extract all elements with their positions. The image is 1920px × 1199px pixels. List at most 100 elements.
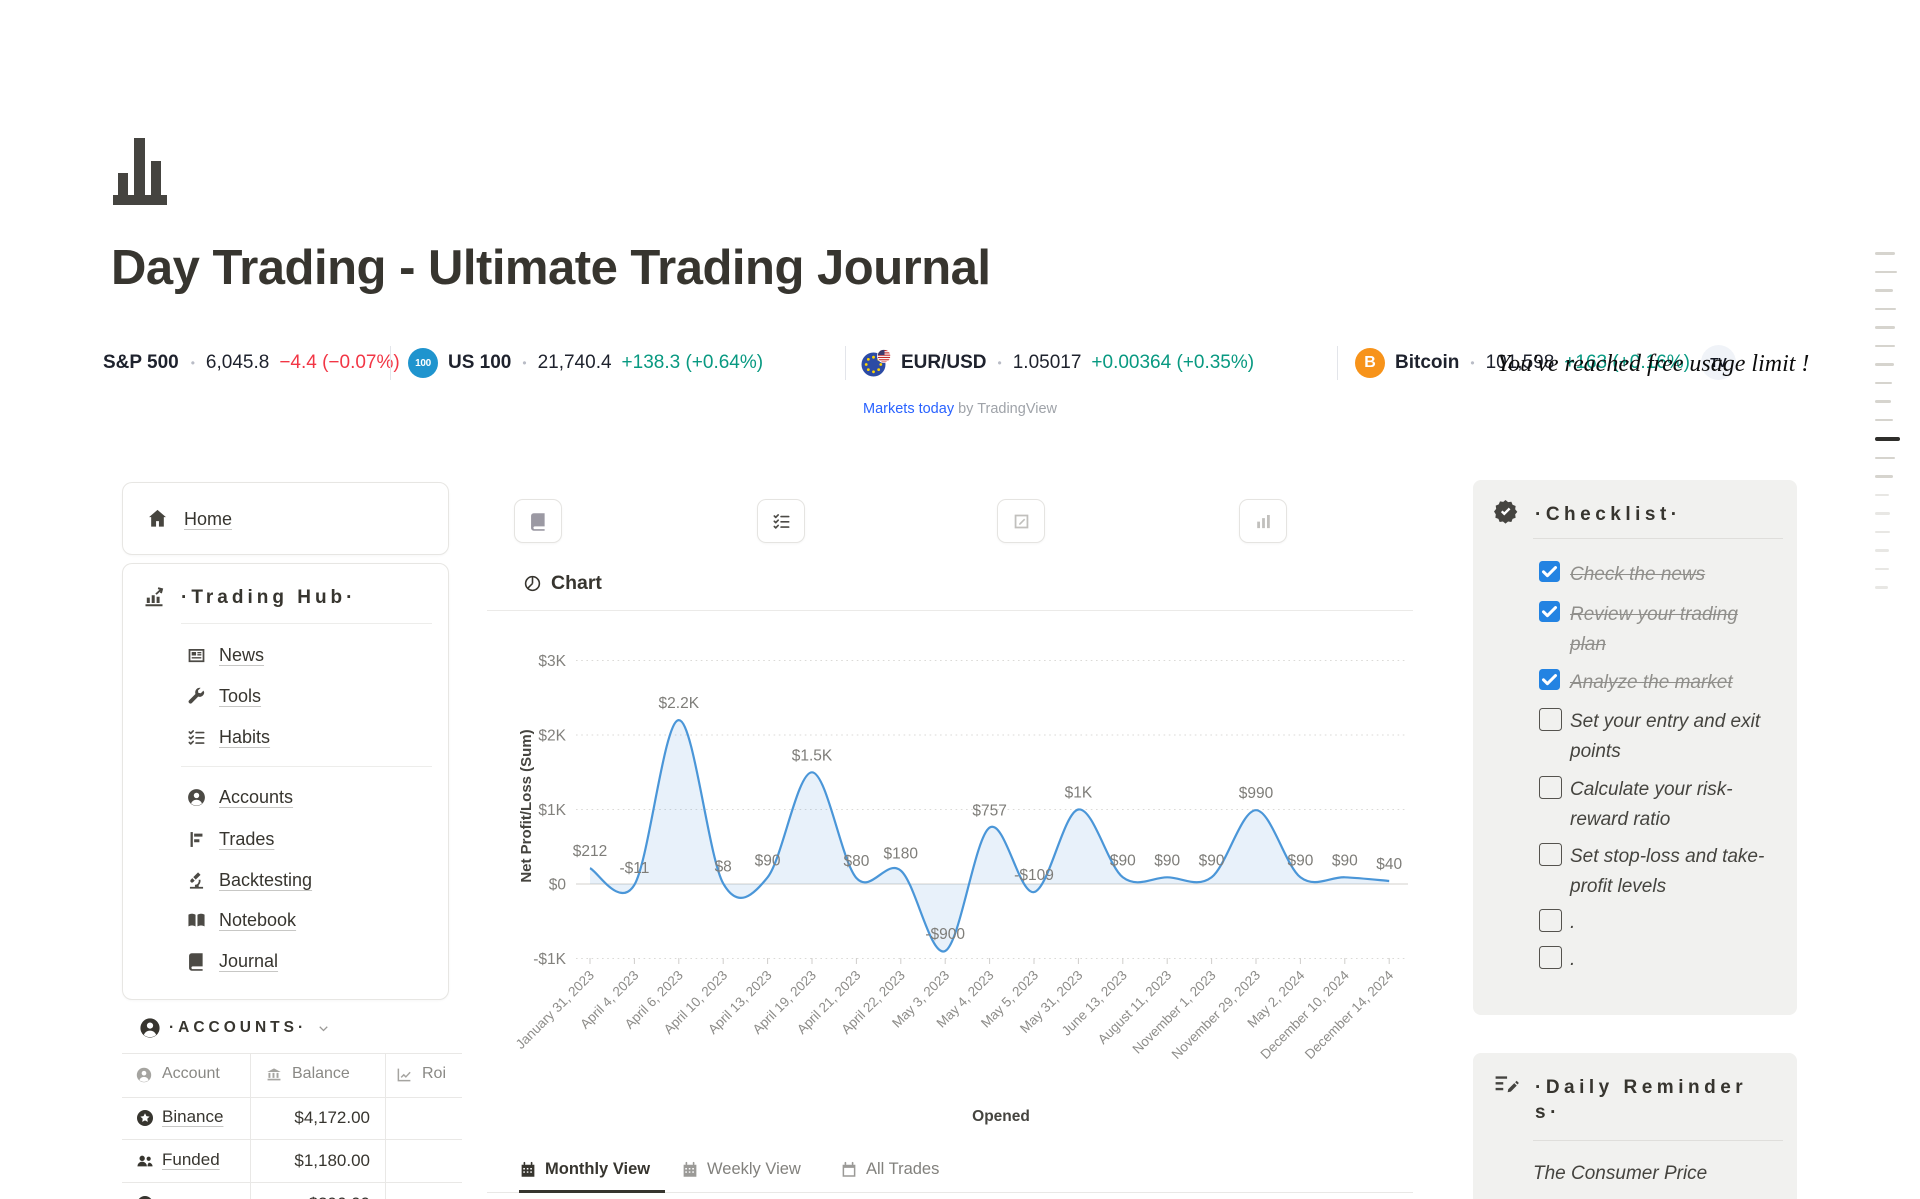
svg-text:January 31, 2023: January 31, 2023 <box>513 968 597 1052</box>
outline-dash[interactable] <box>1875 400 1891 403</box>
table-header-row: Account Balance Roi <box>122 1053 462 1097</box>
star-circle-icon <box>135 1108 155 1128</box>
bar-chart-button[interactable] <box>1239 499 1287 543</box>
calendar-icon <box>681 1161 699 1179</box>
sidebar-item-journal[interactable]: Journal <box>186 948 278 974</box>
ticker-item-eur-usd[interactable]: EUR/USD•1.05017+0.00364 (+0.35%) <box>861 340 1254 386</box>
sidebar-item-home[interactable]: Home <box>184 509 232 530</box>
ticker-symbol: US 100 <box>448 352 511 374</box>
outline-dash[interactable] <box>1875 345 1895 348</box>
account-link[interactable]: Binance <box>162 1107 223 1127</box>
tab-weekly-view[interactable]: Weekly View <box>681 1160 801 1179</box>
outline-dash[interactable] <box>1875 568 1889 571</box>
outline-dash[interactable] <box>1875 289 1893 292</box>
sidebar-item-label[interactable]: Backtesting <box>219 870 312 891</box>
checklist-checkbox[interactable] <box>1539 669 1560 690</box>
column-header-roi[interactable]: Roi <box>422 1065 446 1083</box>
checklist-item-label: Analyze the market <box>1570 668 1767 698</box>
sidebar-item-label[interactable]: Habits <box>219 727 270 748</box>
account-link[interactable]: Funded <box>162 1150 220 1170</box>
checklist-checkbox[interactable] <box>1539 561 1560 582</box>
tab-label: Weekly View <box>707 1160 801 1179</box>
outline-dash[interactable] <box>1875 382 1892 385</box>
svg-text:-$900: -$900 <box>925 926 965 943</box>
checklist-item-label: . <box>1570 908 1767 938</box>
svg-text:$3K: $3K <box>538 653 566 670</box>
tab-label: All Trades <box>866 1160 939 1179</box>
sidebar-item-label[interactable]: Notebook <box>219 910 296 931</box>
outline-dash[interactable] <box>1875 308 1896 311</box>
chart-view-tab[interactable]: Chart <box>523 572 602 595</box>
sidebar-item-label[interactable]: News <box>219 645 264 666</box>
sidebar-item-tools[interactable]: Tools <box>186 683 261 709</box>
chevron-down-icon[interactable] <box>316 1021 331 1036</box>
active-tab-underline <box>519 1190 665 1193</box>
outline-dash[interactable] <box>1875 531 1890 534</box>
calendar-icon <box>519 1161 537 1179</box>
compose-button[interactable] <box>997 499 1045 543</box>
outline-dash[interactable] <box>1875 363 1894 366</box>
calendar-plain-icon <box>840 1161 858 1179</box>
svg-text:December 14, 2024: December 14, 2024 <box>1302 967 1397 1062</box>
sidebar-item-habits[interactable]: Habits <box>186 724 270 750</box>
checklist-checkbox[interactable] <box>1539 843 1562 866</box>
checklist-checkbox[interactable] <box>1539 909 1562 932</box>
sidebar-item-news[interactable]: News <box>186 642 264 668</box>
journal-button[interactable] <box>514 499 562 543</box>
outline-dash[interactable] <box>1875 419 1893 422</box>
outline-dash[interactable] <box>1875 271 1897 274</box>
svg-text:$180: $180 <box>884 846 919 863</box>
checklist-button[interactable] <box>757 499 805 543</box>
tab-monthly-view[interactable]: Monthly View <box>519 1160 650 1179</box>
dot-separator: • <box>522 356 526 370</box>
checklist-checkbox[interactable] <box>1539 776 1562 799</box>
tab-all-trades[interactable]: All Trades <box>840 1160 939 1179</box>
outline-dash[interactable] <box>1875 475 1893 478</box>
checklist-checkbox[interactable] <box>1539 946 1562 969</box>
markets-today-link[interactable]: Markets today <box>863 401 954 417</box>
sidebar-item-accounts[interactable]: Accounts <box>186 784 293 810</box>
checklist-checkbox[interactable] <box>1539 601 1560 622</box>
outline-dash[interactable] <box>1875 549 1889 552</box>
outline-dash[interactable] <box>1875 326 1895 329</box>
outline-dash[interactable] <box>1875 512 1890 515</box>
svg-text:$90: $90 <box>755 852 781 869</box>
ticker-price: 21,740.4 <box>538 352 612 374</box>
outline-dash[interactable] <box>1875 252 1895 255</box>
ticker-item-s-p-500[interactable]: S&P 500•6,045.8−4.4 (−0.07%) <box>103 340 400 386</box>
sidebar-item-backtesting[interactable]: Backtesting <box>186 867 312 893</box>
table-row-binance: Binance$4,172.00 <box>122 1097 462 1139</box>
checklist-checkbox[interactable] <box>1539 708 1562 731</box>
svg-text:$90: $90 <box>1287 852 1313 869</box>
outline-dash[interactable] <box>1875 586 1888 589</box>
ticker-price: 1.05017 <box>1013 352 1082 374</box>
svg-text:-$1K: -$1K <box>533 951 566 968</box>
sidebar-item-trades[interactable]: Trades <box>186 826 274 852</box>
ticker-item-us-100[interactable]: 100US 100•21,740.4+138.3 (+0.64%) <box>408 340 763 386</box>
ticker-symbol: S&P 500 <box>103 352 179 374</box>
outline-dash[interactable] <box>1875 437 1900 441</box>
accounts-section-header[interactable]: ·ACCOUNTS· <box>138 1016 331 1040</box>
checklist-card: ·Checklist· Check the newsReview your tr… <box>1473 480 1797 1015</box>
sidebar-item-label[interactable]: Journal <box>219 951 278 972</box>
sidebar-item-label[interactable]: Trades <box>219 829 274 850</box>
trading-hub-card: ·Trading Hub· NewsToolsHabitsAccountsTra… <box>122 563 449 1000</box>
sidebar-item-label[interactable]: Tools <box>219 686 261 707</box>
open-book-icon <box>186 910 207 931</box>
outline-dash[interactable] <box>1875 494 1889 497</box>
usage-limit-notice: You've reached free usage limit ! <box>1497 351 1809 378</box>
account-balance: $296.00 <box>250 1194 370 1199</box>
column-header-account[interactable]: Account <box>162 1065 220 1083</box>
column-header-balance[interactable]: Balance <box>292 1065 350 1083</box>
ticker-change: −4.4 (−0.07%) <box>279 352 399 374</box>
page-icon-bar-chart[interactable] <box>113 135 167 207</box>
sidebar-item-notebook[interactable]: Notebook <box>186 907 296 933</box>
person-circle-icon <box>138 1016 162 1040</box>
outline-dash[interactable] <box>1875 457 1895 460</box>
svg-text:$2.2K: $2.2K <box>659 695 700 712</box>
ticker-price: 6,045.8 <box>206 352 269 374</box>
trades-icon <box>186 829 207 850</box>
sidebar-item-label[interactable]: Accounts <box>219 787 293 808</box>
accounts-section-title: ·ACCOUNTS· <box>169 1019 307 1037</box>
chart-view-label: Chart <box>551 572 602 595</box>
